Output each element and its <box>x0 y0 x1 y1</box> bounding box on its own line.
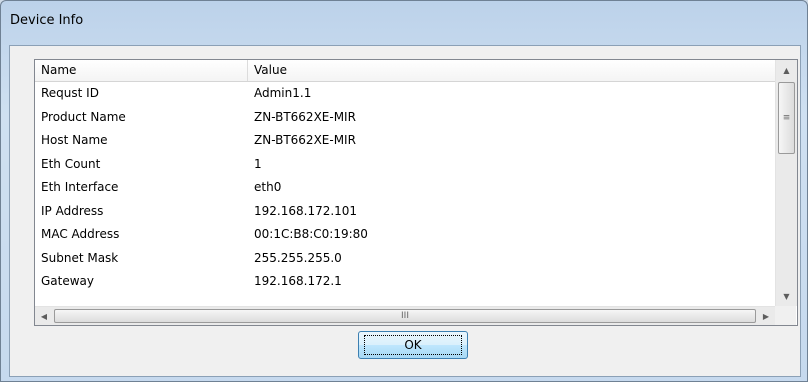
row-name: MAC Address <box>41 227 120 241</box>
list-rows: Requst ID Admin1.1 Product Name ZN-BT662… <box>35 82 775 294</box>
row-value: 1 <box>254 156 262 171</box>
grip-icon: ≡ <box>782 113 791 123</box>
dialog-client-area: Name Value Requst ID Admin1.1 Product Na… <box>9 45 801 377</box>
row-value: 192.168.172.1 <box>254 274 342 288</box>
list-row[interactable]: Gateway 192.168.172.1 <box>35 270 775 294</box>
row-name: Requst ID <box>41 86 99 100</box>
row-value: 255.255.255.0 <box>254 250 342 265</box>
ok-button-label: OK <box>364 335 462 355</box>
list-row[interactable]: Eth Interface eth0 <box>35 176 775 200</box>
row-value: 192.168.172.101 <box>254 203 358 218</box>
list-row[interactable]: Eth Count 1 <box>35 153 775 177</box>
title-bar[interactable]: Device Info <box>1 1 807 45</box>
row-name: IP Address <box>41 203 104 218</box>
list-row[interactable]: MAC Address 00:1C:B8:C0:19:80 <box>35 223 775 247</box>
list-row[interactable]: Product Name ZN-BT662XE-MIR <box>35 106 775 130</box>
row-name: Eth Count <box>41 156 101 171</box>
list-row[interactable]: IP Address 192.168.172.101 <box>35 200 775 224</box>
horizontal-scroll-thumb[interactable]: III <box>54 309 756 323</box>
list-row[interactable]: Requst ID Admin1.1 <box>35 82 775 106</box>
row-value: ZN-BT662XE-MIR <box>254 109 356 124</box>
horizontal-scrollbar[interactable]: ◀ III ▶ <box>35 306 775 325</box>
row-value: 00:1C:B8:C0:19:80 <box>254 227 368 241</box>
scroll-right-icon[interactable]: ▶ <box>757 307 775 325</box>
row-value: ZN-BT662XE-MIR <box>254 133 356 147</box>
list-row[interactable]: Subnet Mask 255.255.255.0 <box>35 247 775 271</box>
vertical-scrollbar[interactable]: ▲ ≡ ▼ <box>775 60 797 306</box>
column-header-value[interactable]: Value <box>248 60 775 81</box>
vertical-scroll-thumb[interactable]: ≡ <box>778 82 795 154</box>
row-name: Product Name <box>41 109 126 124</box>
row-name: Subnet Mask <box>41 250 119 265</box>
device-info-dialog: Device Info Name Value Requst ID Admin1.… <box>0 0 808 382</box>
scroll-up-icon[interactable]: ▲ <box>776 60 797 80</box>
row-value: eth0 <box>254 180 282 194</box>
row-value: Admin1.1 <box>254 86 312 100</box>
ok-button[interactable]: OK <box>358 331 468 359</box>
scroll-left-icon[interactable]: ◀ <box>35 307 53 325</box>
list-row[interactable]: Host Name ZN-BT662XE-MIR <box>35 129 775 153</box>
scroll-down-icon[interactable]: ▼ <box>776 286 797 306</box>
column-header-name[interactable]: Name <box>35 60 248 81</box>
window-title: Device Info <box>10 13 84 28</box>
row-name: Host Name <box>41 133 108 147</box>
grip-icon: III <box>401 311 409 321</box>
device-info-list[interactable]: Name Value Requst ID Admin1.1 Product Na… <box>34 59 798 326</box>
row-name: Gateway <box>41 274 95 288</box>
list-header: Name Value <box>35 60 775 82</box>
scrollbar-corner <box>775 306 796 325</box>
row-name: Eth Interface <box>41 180 119 194</box>
